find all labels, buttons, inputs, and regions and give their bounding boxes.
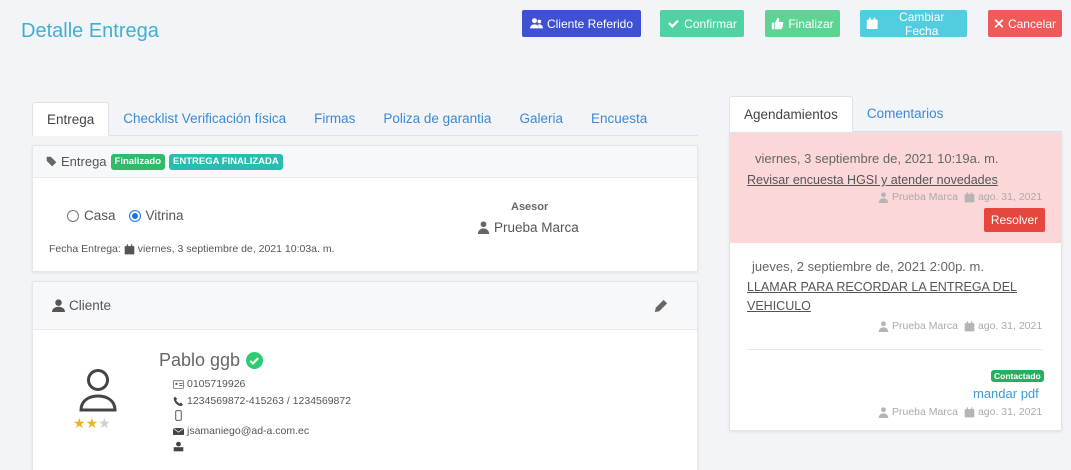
star-icon: ★ (85, 415, 99, 431)
cliente-referido-label: Cliente Referido (546, 16, 634, 31)
agendamiento-date: jueves, 2 septiembre de, 2021 2:00p. m. (752, 259, 984, 274)
agendamiento-meta: Prueba Marca ago. 31, 2021 (878, 191, 1042, 203)
entrega-card: Entrega Finalizado ENTREGA FINALIZADA Ca… (32, 145, 698, 272)
client-address-row (173, 441, 184, 452)
thumbs-up-icon (772, 17, 784, 30)
star-icon: ★ (73, 415, 86, 431)
confirmar-button[interactable]: Confirmar (660, 10, 744, 37)
tab-encuesta[interactable]: Encuesta (577, 102, 661, 136)
cancelar-label: Cancelar (1007, 16, 1056, 31)
finalizar-button[interactable]: Finalizar (765, 10, 840, 37)
cliente-referido-button[interactable]: Cliente Referido (522, 10, 641, 37)
fecha-entrega-value: viernes, 3 septiembre de, 2021 10:03a. m… (137, 243, 335, 255)
agendamiento-link[interactable]: VEHICULO (747, 297, 811, 316)
entrega-card-header: Entrega Finalizado ENTREGA FINALIZADA (33, 146, 697, 178)
client-name: Pablo ggb (159, 350, 241, 370)
tab-agendamientos[interactable]: Agendamientos (729, 96, 853, 132)
client-email: jsamaniego@ad-a.com.ec (187, 425, 310, 437)
agendamiento-created: ago. 31, 2021 (977, 191, 1043, 203)
agendamiento-author: Prueba Marca (892, 320, 958, 332)
id-card-icon (173, 379, 184, 389)
entrega-card-title: Entrega (61, 154, 107, 169)
mobile-icon (175, 410, 182, 421)
tab-poliza[interactable]: Poliza de garantia (369, 102, 505, 136)
calendar-icon (964, 320, 975, 331)
agendamiento-item: viernes, 3 septiembre de, 2021 10:19a. m… (730, 133, 1061, 243)
agendamiento-date: viernes, 3 septiembre de, 2021 10:19a. m… (755, 151, 999, 166)
agendamiento-author: Prueba Marca (892, 191, 958, 203)
agendamiento-meta: Prueba Marca ago. 31, 2021 (878, 406, 1042, 418)
client-phones-row: 1234569872-415263 / 1234569872 (173, 395, 351, 407)
client-id-row: 0105719926 (173, 378, 245, 390)
lugar-entrega-radios: Casa Vitrina (67, 208, 184, 223)
cancelar-button[interactable]: Cancelar (988, 10, 1062, 37)
asesor-label: Asesor (511, 201, 549, 213)
fecha-entrega: Fecha Entrega: viernes, 3 septiembre de,… (49, 243, 335, 255)
user-icon (52, 299, 65, 312)
calendar-icon (964, 191, 975, 202)
user-icon (878, 406, 889, 418)
user-icon (878, 191, 889, 203)
check-icon (668, 19, 679, 28)
entrega-tabs: Entrega Checklist Verificación física Fi… (32, 102, 698, 136)
contactado-badge: Contactado (991, 370, 1044, 382)
client-phones: 1234569872-415263 / 1234569872 (187, 395, 352, 407)
user-icon (878, 320, 889, 332)
calendar-icon (964, 406, 975, 417)
envelope-icon (173, 427, 184, 435)
right-tabs: Agendamientos Comentarios (729, 96, 1062, 132)
confirmar-label: Confirmar (684, 16, 737, 31)
agendamientos-panel: viernes, 3 septiembre de, 2021 10:19a. m… (729, 132, 1062, 431)
finalizar-label: Finalizar (788, 16, 834, 31)
map-marked-icon (173, 441, 184, 452)
tab-checklist[interactable]: Checklist Verificación física (109, 102, 300, 136)
agendamiento-link[interactable]: LLAMAR PARA RECORDAR LA ENTREGA DEL (747, 278, 1017, 297)
asesor-name: Prueba Marca (494, 220, 579, 235)
asesor-value: Prueba Marca (477, 220, 579, 235)
calendar-icon (124, 243, 135, 254)
edit-pencil-icon[interactable] (654, 299, 668, 313)
users-icon (529, 18, 543, 29)
cambiar-fecha-label: Cambiar Fecha (899, 9, 945, 38)
client-name-row: Pablo ggb (159, 350, 264, 371)
cliente-card-header: Cliente (33, 282, 697, 330)
client-rating: ★ ★ ★ (73, 416, 111, 430)
calendar-icon (866, 17, 878, 29)
tab-galeria[interactable]: Galeria (505, 102, 577, 136)
cliente-card: Cliente ★ ★ ★ Pablo ggb 0105719926 12345… (32, 281, 698, 470)
divider (747, 349, 1043, 350)
agendamiento-link[interactable]: Revisar encuesta HGSI y atender novedade… (747, 171, 998, 190)
client-mobile-row (173, 410, 187, 421)
star-icon: ★ (98, 415, 111, 431)
avatar-icon (79, 369, 117, 412)
cambiar-fecha-button[interactable]: Cambiar Fecha (860, 9, 967, 38)
tab-comentarios[interactable]: Comentarios (853, 96, 958, 132)
radio-vitrina[interactable] (128, 209, 141, 222)
status-badge: Finalizado (110, 153, 165, 170)
state-badge: ENTREGA FINALIZADA (169, 153, 283, 170)
tab-firmas[interactable]: Firmas (300, 102, 369, 136)
client-email-row: jsamaniego@ad-a.com.ec (173, 425, 309, 437)
agendamiento-meta: Prueba Marca ago. 31, 2021 (878, 320, 1042, 332)
agendamiento-created: ago. 31, 2021 (977, 320, 1043, 332)
user-tie-icon (477, 221, 490, 234)
radio-vitrina-label: Vitrina (145, 208, 184, 223)
fecha-entrega-label: Fecha Entrega: (49, 243, 121, 255)
cliente-card-title: Cliente (69, 298, 112, 313)
agendamiento-created: ago. 31, 2021 (977, 406, 1043, 418)
verified-check-icon (246, 352, 264, 369)
client-id: 0105719926 (187, 378, 246, 390)
page-title: Detalle Entrega (21, 20, 159, 42)
phone-icon (173, 396, 183, 406)
resolver-button[interactable]: Resolver (984, 208, 1045, 232)
agendamiento-link[interactable]: mandar pdf (973, 386, 1039, 401)
tag-icon (46, 156, 57, 167)
radio-casa[interactable] (67, 209, 79, 222)
tab-entrega[interactable]: Entrega (32, 102, 110, 136)
agendamiento-author: Prueba Marca (892, 406, 958, 418)
close-icon (994, 19, 1004, 28)
radio-casa-label: Casa (84, 208, 116, 223)
